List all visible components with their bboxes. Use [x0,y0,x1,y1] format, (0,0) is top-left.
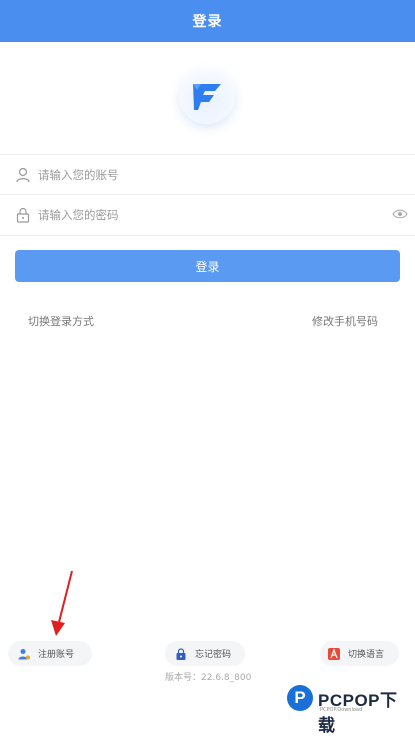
account-input-placeholder: 请输入您的账号 [38,168,119,182]
app-logo-icon [193,84,221,110]
user-icon [16,167,30,183]
switch-language-label: 切换语言 [348,650,385,660]
pcpop-logo-icon: P [287,685,313,711]
title-bar: 登录 [0,0,415,42]
page-title: 登录 [192,14,223,30]
password-input-placeholder: 请输入您的密码 [38,208,119,222]
switch-login-method-link[interactable]: 切换登录方式 [28,313,94,329]
app-logo [179,68,235,124]
language-icon [328,647,340,660]
version-text: 版本号：22.6.8_800 [165,673,252,683]
user-add-icon [18,648,30,659]
red-arrow-annotation [51,570,73,636]
register-label: 注册账号 [38,650,75,660]
switch-language-button[interactable]: 切换语言 [320,641,399,666]
forgot-password-button[interactable]: 忘记密码 [165,641,245,666]
login-button[interactable]: 登录 [15,250,400,282]
watermark-subtitle: PCPOP.Download [320,707,363,713]
login-button-label: 登录 [195,259,220,274]
account-field[interactable]: 请输入您的账号 [0,154,415,195]
lock-icon [16,207,30,223]
change-phone-number-link[interactable]: 修改手机号码 [312,313,378,329]
password-field[interactable]: 请输入您的密码 [0,194,415,236]
pcpop-watermark: P PCPOP下载 PCPOP.Download [285,683,415,735]
lock-icon [176,647,186,660]
forgot-password-label: 忘记密码 [195,650,232,660]
register-button[interactable]: 注册账号 [8,641,92,666]
eye-icon[interactable] [392,208,408,220]
